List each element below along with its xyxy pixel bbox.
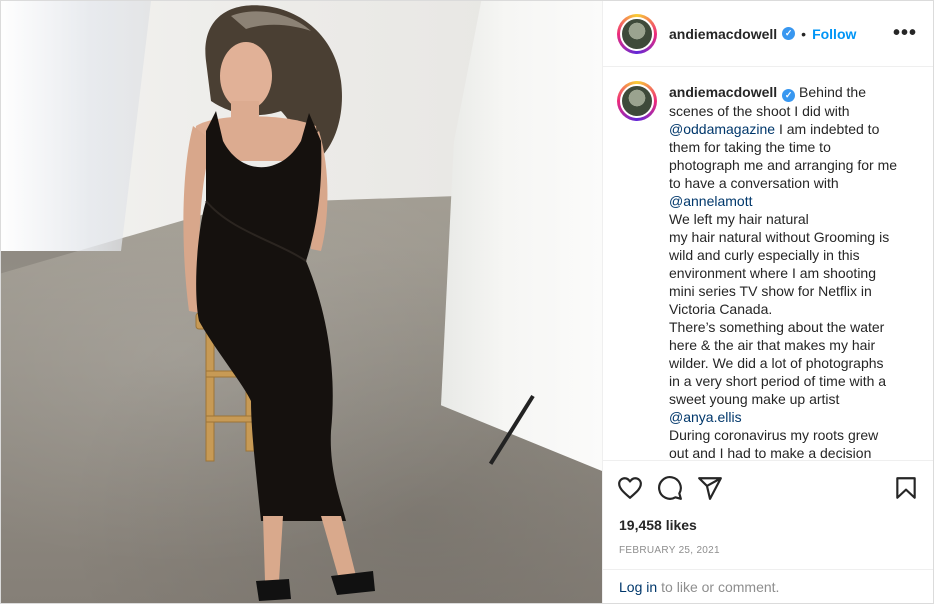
caption-text: During coronavirus my roots grew — [669, 427, 879, 443]
caption-text: my hair natural without Grooming is — [669, 229, 890, 245]
seated-woman-figure — [183, 5, 375, 601]
caption-text: them for taking the time to — [669, 139, 831, 155]
post-photo[interactable] — [1, 1, 602, 603]
post-date[interactable]: FEBRUARY 25, 2021 — [603, 545, 933, 556]
avatar-image — [620, 16, 654, 51]
caption-text: to have a conversation with — [669, 175, 839, 191]
share-icon[interactable] — [697, 475, 723, 501]
verified-badge-icon: ✓ — [782, 89, 796, 102]
post-sidebar: andiemacdowell ✓ • Follow ••• andiemacdo… — [602, 1, 933, 603]
instagram-post: andiemacdowell ✓ • Follow ••• andiemacdo… — [0, 0, 934, 604]
caption-text: in a very short period of time with a — [669, 373, 887, 389]
author-avatar[interactable] — [617, 13, 657, 54]
action-bar — [603, 461, 933, 515]
post-caption: andiemacdowell ✓ Behind the scenes of the… — [669, 83, 909, 460]
caption-text: photograph me and arranging for me — [669, 157, 898, 173]
caption-section: andiemacdowell ✓ Behind the scenes of the… — [603, 67, 933, 461]
login-link[interactable]: Log in — [619, 579, 657, 595]
avatar-image — [620, 84, 654, 118]
caption-author-avatar[interactable] — [617, 81, 657, 121]
caption-text: Victoria Canada. — [669, 301, 773, 317]
caption-text: out and I had to make a decision — [669, 445, 872, 461]
comment-icon[interactable] — [657, 475, 683, 501]
caption-text: wilder. We did a lot of photographs — [669, 355, 884, 371]
caption-text: wild and curly especially in this — [669, 247, 860, 263]
heart-icon[interactable] — [617, 475, 643, 501]
mention-link[interactable]: @anya.ellis — [669, 408, 909, 426]
login-prompt-text: to like or comment. — [661, 578, 780, 595]
header-separator: • — [801, 25, 807, 42]
verified-badge-icon: ✓ — [782, 27, 796, 40]
mention-link[interactable]: @annelamott — [669, 192, 909, 210]
caption-text: sweet young make up artist — [669, 391, 840, 407]
follow-button[interactable]: Follow — [812, 26, 856, 42]
author-username[interactable]: andiemacdowell — [669, 26, 777, 42]
more-options-icon[interactable]: ••• — [893, 22, 917, 45]
mention-link[interactable]: @oddamagazine — [669, 121, 775, 137]
caption-line: @oddamagazine I am indebted to — [669, 120, 909, 138]
caption-text: There’s something about the water — [669, 319, 885, 335]
caption-text: mini series TV show for Netflix in — [669, 283, 872, 299]
caption-username[interactable]: andiemacdowell — [669, 84, 777, 100]
caption-text: environment where I am shooting — [669, 265, 876, 281]
caption-text: here & the air that makes my hair — [669, 337, 876, 353]
caption-text: Behind the — [799, 84, 866, 100]
caption-text: We left my hair natural — [669, 211, 809, 227]
post-header: andiemacdowell ✓ • Follow ••• — [603, 1, 933, 67]
bookmark-icon[interactable] — [893, 475, 919, 501]
likes-count[interactable]: 19,458 likes — [603, 517, 933, 533]
login-prompt: Log in to like or comment. — [603, 569, 933, 603]
caption-text: scenes of the shoot I did with — [669, 103, 850, 119]
caption-text: I am indebted to — [775, 121, 880, 137]
